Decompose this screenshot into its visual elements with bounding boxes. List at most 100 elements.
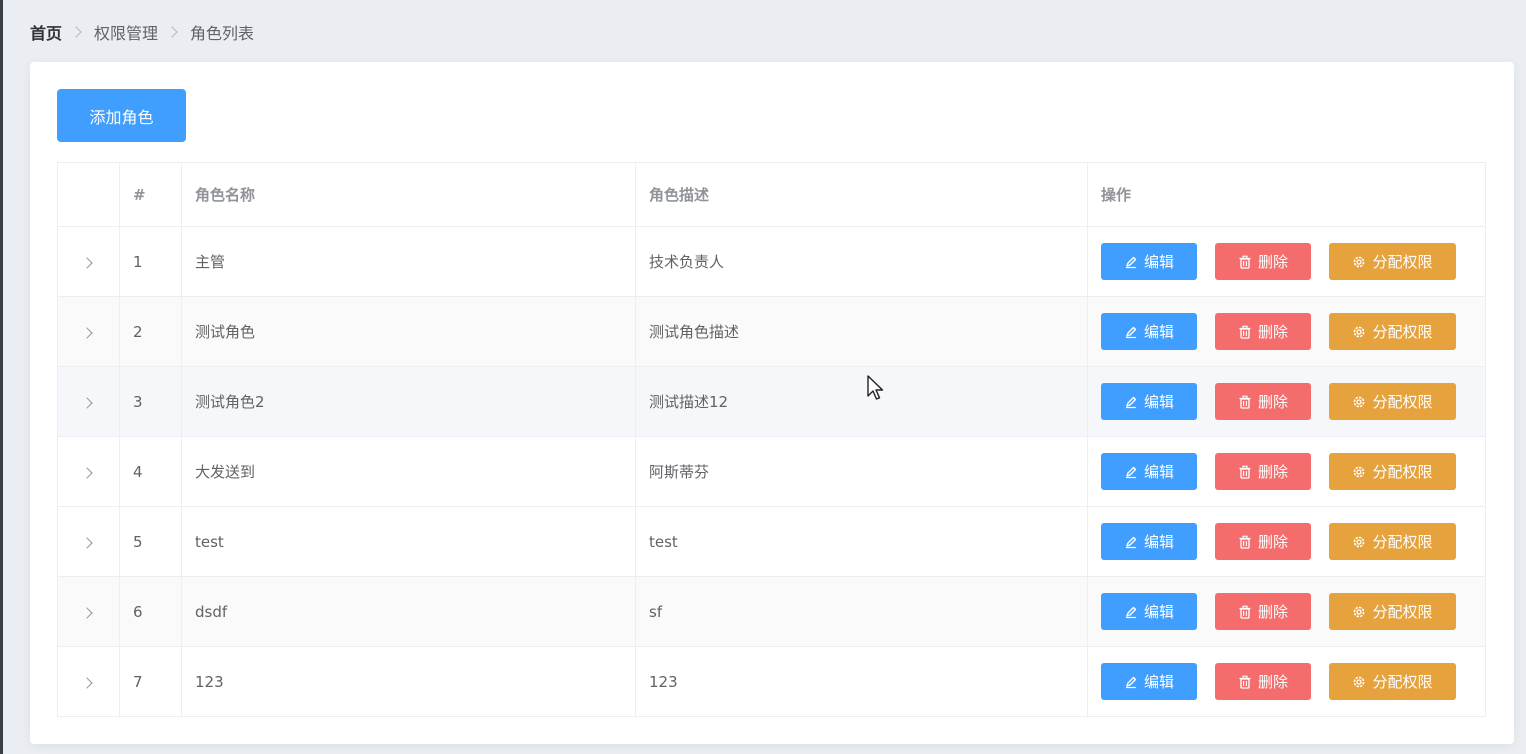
- assign-permission-button[interactable]: 分配权限: [1329, 383, 1456, 420]
- row-role-name: 测试角色2: [181, 366, 636, 437]
- chevron-right-icon: [70, 26, 82, 38]
- delete-button-label: 删除: [1257, 533, 1288, 551]
- content-card: 添加角色 # 角色名称 角色描述 操作 1 主管 技术负责人 编辑 删除 分配权…: [30, 62, 1514, 744]
- delete-button-label: 删除: [1257, 603, 1288, 621]
- table-header-row: # 角色名称 角色描述 操作: [57, 162, 1486, 227]
- edit-button[interactable]: 编辑: [1101, 663, 1197, 700]
- assign-permission-button[interactable]: 分配权限: [1329, 663, 1456, 700]
- edit-button[interactable]: 编辑: [1101, 523, 1197, 560]
- chevron-right-icon[interactable]: [80, 396, 93, 409]
- sidebar-edge: [0, 0, 3, 754]
- expand-cell[interactable]: [57, 646, 120, 717]
- delete-button[interactable]: 删除: [1215, 383, 1311, 420]
- assign-permission-button[interactable]: 分配权限: [1329, 523, 1456, 560]
- row-operations: 编辑 删除 分配权限: [1087, 296, 1486, 367]
- assign-permission-button[interactable]: 分配权限: [1329, 453, 1456, 490]
- chevron-right-icon[interactable]: [80, 326, 93, 339]
- delete-button[interactable]: 删除: [1215, 523, 1311, 560]
- add-role-button[interactable]: 添加角色: [57, 89, 186, 142]
- edit-button[interactable]: 编辑: [1101, 243, 1197, 280]
- delete-icon: [1238, 675, 1252, 689]
- row-role-name: 123: [181, 646, 636, 717]
- assign-permission-button[interactable]: 分配权限: [1329, 593, 1456, 630]
- row-role-desc: 测试描述12: [635, 366, 1088, 437]
- chevron-right-icon: [166, 26, 178, 38]
- row-role-name: test: [181, 506, 636, 577]
- delete-button-label: 删除: [1257, 673, 1288, 691]
- edit-icon: [1124, 535, 1138, 549]
- row-role-desc: 技术负责人: [635, 226, 1088, 297]
- row-index: 1: [119, 226, 182, 297]
- breadcrumb: 首页 权限管理 角色列表: [30, 20, 254, 44]
- expand-cell[interactable]: [57, 576, 120, 647]
- setting-icon: [1352, 325, 1366, 339]
- table-row: 7 123 123 编辑 删除 分配权限: [57, 646, 1486, 717]
- row-role-desc: 阿斯蒂芬: [635, 436, 1088, 507]
- delete-button-label: 删除: [1257, 393, 1288, 411]
- edit-button[interactable]: 编辑: [1101, 453, 1197, 490]
- mouse-cursor-icon: [867, 375, 884, 400]
- delete-button[interactable]: 删除: [1215, 453, 1311, 490]
- delete-button[interactable]: 删除: [1215, 313, 1311, 350]
- delete-icon: [1238, 325, 1252, 339]
- delete-button[interactable]: 删除: [1215, 243, 1311, 280]
- assign-permission-button-label: 分配权限: [1372, 253, 1433, 271]
- assign-permission-button-label: 分配权限: [1372, 603, 1433, 621]
- row-operations: 编辑 删除 分配权限: [1087, 506, 1486, 577]
- row-index: 4: [119, 436, 182, 507]
- delete-icon: [1238, 395, 1252, 409]
- expand-cell[interactable]: [57, 296, 120, 367]
- setting-icon: [1352, 675, 1366, 689]
- header-role-name: 角色名称: [181, 162, 636, 227]
- assign-permission-button-label: 分配权限: [1372, 323, 1433, 341]
- row-index: 5: [119, 506, 182, 577]
- breadcrumb-permission-management: 权限管理: [94, 24, 159, 43]
- assign-permission-button-label: 分配权限: [1372, 393, 1433, 411]
- assign-permission-button-label: 分配权限: [1372, 463, 1433, 481]
- edit-button[interactable]: 编辑: [1101, 313, 1197, 350]
- setting-icon: [1352, 535, 1366, 549]
- breadcrumb-role-list: 角色列表: [190, 24, 255, 43]
- chevron-right-icon[interactable]: [80, 256, 93, 269]
- row-index: 3: [119, 366, 182, 437]
- chevron-right-icon[interactable]: [80, 466, 93, 479]
- edit-icon: [1124, 465, 1138, 479]
- row-index: 7: [119, 646, 182, 717]
- row-operations: 编辑 删除 分配权限: [1087, 576, 1486, 647]
- expand-cell[interactable]: [57, 436, 120, 507]
- assign-permission-button[interactable]: 分配权限: [1329, 243, 1456, 280]
- expand-cell[interactable]: [57, 366, 120, 437]
- row-actions: 编辑 删除 分配权限: [1101, 663, 1485, 700]
- delete-button[interactable]: 删除: [1215, 593, 1311, 630]
- assign-permission-button[interactable]: 分配权限: [1329, 313, 1456, 350]
- header-index: #: [119, 162, 182, 227]
- delete-button[interactable]: 删除: [1215, 663, 1311, 700]
- row-role-name: 测试角色: [181, 296, 636, 367]
- delete-button-label: 删除: [1257, 323, 1288, 341]
- edit-icon: [1124, 395, 1138, 409]
- row-operations: 编辑 删除 分配权限: [1087, 646, 1486, 717]
- chevron-right-icon[interactable]: [80, 606, 93, 619]
- chevron-right-icon[interactable]: [80, 676, 93, 689]
- breadcrumb-home[interactable]: 首页: [30, 20, 62, 44]
- row-role-desc: 123: [635, 646, 1088, 717]
- chevron-right-icon[interactable]: [80, 536, 93, 549]
- row-actions: 编辑 删除 分配权限: [1101, 453, 1485, 490]
- delete-icon: [1238, 535, 1252, 549]
- table-row: 4 大发送到 阿斯蒂芬 编辑 删除 分配权限: [57, 436, 1486, 507]
- header-role-desc: 角色描述: [635, 162, 1088, 227]
- table-row: 3 测试角色2 测试描述12 编辑 删除 分配权限: [57, 366, 1486, 437]
- edit-button[interactable]: 编辑: [1101, 593, 1197, 630]
- edit-button-label: 编辑: [1143, 673, 1174, 691]
- expand-cell[interactable]: [57, 506, 120, 577]
- delete-icon: [1238, 465, 1252, 479]
- edit-button-label: 编辑: [1143, 323, 1174, 341]
- expand-cell[interactable]: [57, 226, 120, 297]
- edit-button-label: 编辑: [1143, 253, 1174, 271]
- row-actions: 编辑 删除 分配权限: [1101, 243, 1485, 280]
- row-role-name: 主管: [181, 226, 636, 297]
- row-index: 6: [119, 576, 182, 647]
- edit-icon: [1124, 325, 1138, 339]
- row-operations: 编辑 删除 分配权限: [1087, 436, 1486, 507]
- edit-button[interactable]: 编辑: [1101, 383, 1197, 420]
